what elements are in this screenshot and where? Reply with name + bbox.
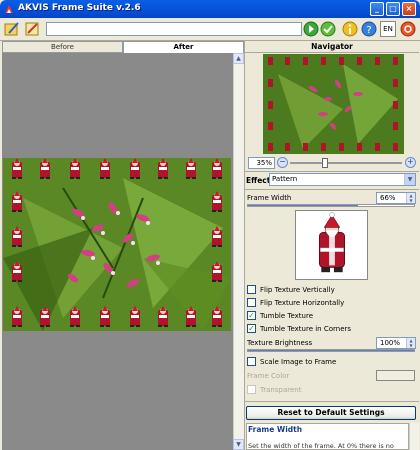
flip-vertical-checkbox[interactable] — [247, 285, 256, 294]
zoom-slider-thumb[interactable] — [322, 158, 328, 168]
frame-width-slider-fill — [248, 205, 358, 206]
scroll-down-arrow-icon[interactable]: ▼ — [233, 439, 244, 450]
run-icon[interactable] — [303, 21, 319, 37]
scale-image-checkbox[interactable] — [247, 357, 256, 366]
window-title: AKVIS Frame Suite v.2.6 — [18, 3, 141, 13]
close-button[interactable]: × — [402, 2, 416, 16]
zoom-out-icon[interactable]: − — [277, 157, 288, 168]
save-image-icon[interactable] — [24, 21, 40, 37]
language-button[interactable]: EN — [380, 21, 396, 37]
texture-brightness-value: 100% — [380, 339, 401, 347]
texture-brightness-input[interactable]: 100% ▲ ▼ — [376, 337, 416, 349]
tumble-corners-label: Tumble Texture in Corners — [260, 325, 352, 333]
texture-brightness-slider[interactable] — [247, 349, 415, 352]
transparent-label: Transparent — [260, 386, 302, 394]
scroll-up-arrow-icon[interactable]: ▲ — [233, 53, 244, 64]
reset-defaults-button[interactable]: Reset to Default Settings — [246, 406, 416, 420]
zoom-in-icon[interactable]: + — [405, 157, 416, 168]
effect-dropdown-value: Pattern — [272, 175, 298, 183]
help-text: Set the width of the frame. At 0% there … — [248, 442, 394, 450]
help-icon[interactable]: ? — [361, 21, 377, 37]
divider — [245, 401, 419, 402]
frame-width-slider[interactable] — [247, 204, 415, 207]
svg-text:?: ? — [366, 25, 371, 36]
frame-color-swatch[interactable] — [376, 370, 415, 381]
framed-image-preview — [3, 158, 231, 331]
info-icon[interactable] — [342, 21, 358, 37]
settings-icon[interactable] — [400, 21, 416, 37]
navigator-title: Navigator — [245, 41, 419, 53]
minimize-button[interactable]: _ — [370, 2, 384, 16]
maximize-button[interactable]: □ — [386, 2, 400, 16]
transparent-checkbox[interactable] — [247, 385, 256, 394]
effect-label: Effect — [246, 176, 271, 185]
flip-vertical-label: Flip Texture Vertically — [260, 286, 335, 294]
spin-arrows-icon[interactable]: ▲ ▼ — [406, 193, 415, 203]
chevron-down-icon[interactable]: ▼ — [404, 174, 415, 185]
tab-after[interactable]: After — [123, 41, 244, 53]
tumble-texture-label: Tumble Texture — [260, 312, 314, 320]
app-logo-icon — [5, 5, 13, 13]
canvas-vertical-scrollbar[interactable] — [233, 53, 244, 450]
view-tabs: Before After — [2, 41, 244, 53]
divider — [245, 189, 419, 190]
apply-icon[interactable] — [320, 21, 336, 37]
tumble-corners-checkbox[interactable]: ✓ — [247, 324, 256, 333]
tab-before[interactable]: Before — [2, 41, 123, 53]
file-path-field[interactable] — [46, 22, 302, 36]
open-image-icon[interactable] — [4, 21, 20, 37]
texture-brightness-label: Texture Brightness — [247, 339, 313, 347]
texture-brightness-slider-fill — [248, 350, 414, 351]
spin-arrows-icon[interactable]: ▲ ▼ — [406, 338, 415, 348]
frame-width-label: Frame Width — [247, 194, 292, 202]
divider — [245, 171, 419, 172]
effect-dropdown[interactable]: Pattern ▼ — [269, 173, 416, 186]
flip-horizontal-checkbox[interactable] — [247, 298, 256, 307]
frame-color-label: Frame Color — [247, 372, 290, 380]
scale-image-label: Scale Image to Frame — [260, 358, 337, 366]
navigator-thumbnail[interactable] — [263, 54, 404, 154]
tumble-texture-checkbox[interactable]: ✓ — [247, 311, 256, 320]
help-scrollbar[interactable] — [409, 423, 419, 450]
zoom-slider[interactable] — [290, 162, 402, 164]
frame-width-value: 66% — [380, 194, 396, 202]
zoom-input[interactable]: 35% — [248, 157, 275, 169]
help-title: Frame Width — [248, 425, 303, 434]
flip-horizontal-label: Flip Texture Horizontally — [260, 299, 345, 307]
frame-width-input[interactable]: 66% ▲ ▼ — [376, 192, 416, 204]
texture-preview[interactable] — [295, 210, 368, 280]
